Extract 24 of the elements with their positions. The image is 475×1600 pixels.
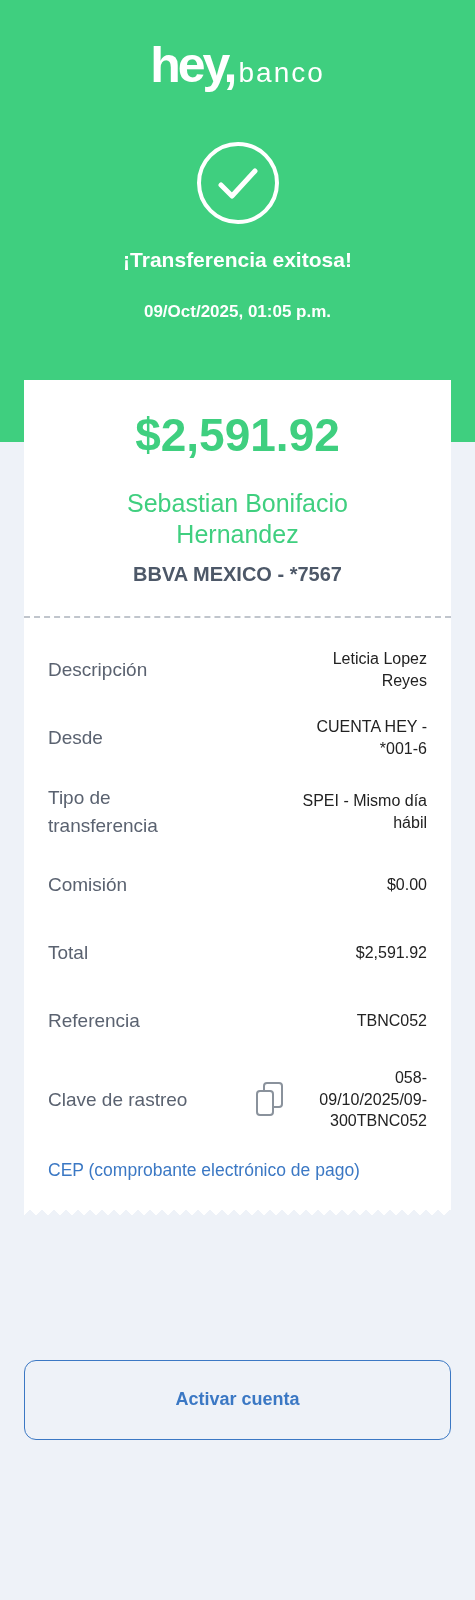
detail-label: Comisión (48, 873, 129, 898)
recipient-name: Sebastian Bonifacio Hernandez (126, 488, 349, 549)
detail-label: Total (48, 941, 90, 966)
detail-value: $0.00 (385, 875, 427, 896)
activate-account-button[interactable]: Activar cuenta (24, 1359, 451, 1440)
check-circle-icon (194, 140, 281, 226)
brand-logo: hey,banco (150, 40, 325, 90)
detail-label: Descripción (48, 658, 149, 683)
detail-value: TBNC052 (355, 1011, 427, 1032)
detail-value: CUENTA HEY - *001-6 (315, 717, 427, 759)
detail-value: 058-09/10/2025/09-300TBNC052 (318, 1068, 427, 1132)
detail-value: $2,591.92 (354, 943, 427, 964)
detail-value: SPEI - Mismo día hábil (301, 790, 427, 833)
detail-label: Clave de rastreo (48, 1087, 189, 1112)
copy-icon[interactable] (255, 1081, 285, 1118)
status-title: ¡Transferencia exitosa! (123, 248, 352, 272)
cep-link[interactable]: CEP (comprobante electrónico de pago) (48, 1159, 360, 1181)
transfer-date: 09/Oct/2025, 01:05 p.m. (143, 302, 332, 322)
detail-value: Leticia Lopez Reyes (331, 649, 427, 691)
transfer-amount: $2,591.92 (134, 408, 341, 462)
detail-label: Referencia (48, 1009, 141, 1034)
detail-label: Desde (48, 726, 104, 751)
detail-label: Tipo de transferencia (48, 786, 159, 838)
recipient-bank: BBVA MEXICO - *7567 (132, 563, 343, 586)
